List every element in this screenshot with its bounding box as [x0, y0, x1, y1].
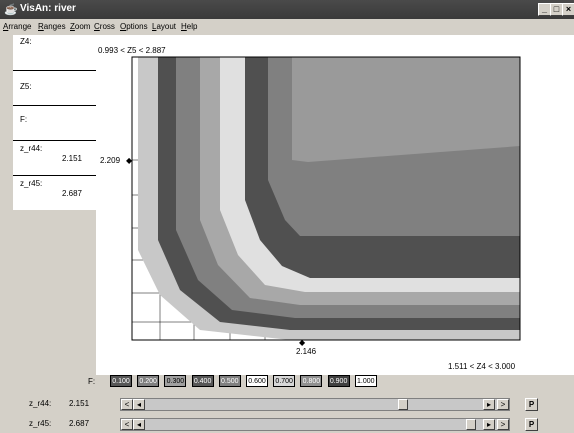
- contour-band: [292, 57, 520, 162]
- slider-zr44[interactable]: < ◂ ▸ >: [120, 398, 510, 411]
- slider-zr44-right-button[interactable]: >: [497, 399, 509, 410]
- legend-swatch: 0.700: [273, 375, 296, 387]
- legend-swatch: 0.200: [137, 375, 160, 387]
- x-cursor-value: 2.146: [296, 347, 317, 356]
- x-cursor-marker: ◆: [299, 338, 306, 347]
- slider-zr45-p-button[interactable]: P: [525, 418, 538, 431]
- slider-zr44-label: z_r44:: [29, 399, 52, 408]
- legend-label: F:: [88, 377, 96, 386]
- slider-zr45-value: 2.687: [69, 419, 90, 428]
- slider-zr44-left-button[interactable]: <: [121, 399, 133, 410]
- x-range-label: 1.511 < Z4 < 3.000: [448, 362, 516, 371]
- slider-zr44-next-button[interactable]: ▸: [483, 399, 495, 410]
- slider-zr45[interactable]: < ◂ ▸ >: [120, 418, 510, 431]
- slider-zr44-prev-button[interactable]: ◂: [133, 399, 145, 410]
- slider-zr45-right-button[interactable]: >: [497, 419, 509, 430]
- legend-swatch: 0.300: [164, 375, 187, 387]
- slider-zr45-thumb[interactable]: [466, 419, 477, 430]
- legend-swatch: 0.800: [300, 375, 323, 387]
- legend-swatch: 0.500: [218, 375, 241, 387]
- legend-swatch: 0.900: [327, 375, 350, 387]
- slider-zr44-thumb[interactable]: [397, 399, 408, 410]
- legend-swatch: 0.400: [191, 375, 214, 387]
- slider-zr45-next-button[interactable]: ▸: [483, 419, 495, 430]
- legend-swatch: 0.600: [246, 375, 268, 387]
- slider-zr45-prev-button[interactable]: ◂: [133, 419, 145, 430]
- slider-zr45-label: z_r45:: [29, 419, 52, 428]
- legend-swatch: 0.100: [110, 375, 132, 387]
- slider-zr45-left-button[interactable]: <: [121, 419, 133, 430]
- slider-zr44-value: 2.151: [69, 399, 90, 408]
- legend-swatch: 1.000: [354, 375, 377, 387]
- slider-zr44-p-button[interactable]: P: [525, 398, 538, 411]
